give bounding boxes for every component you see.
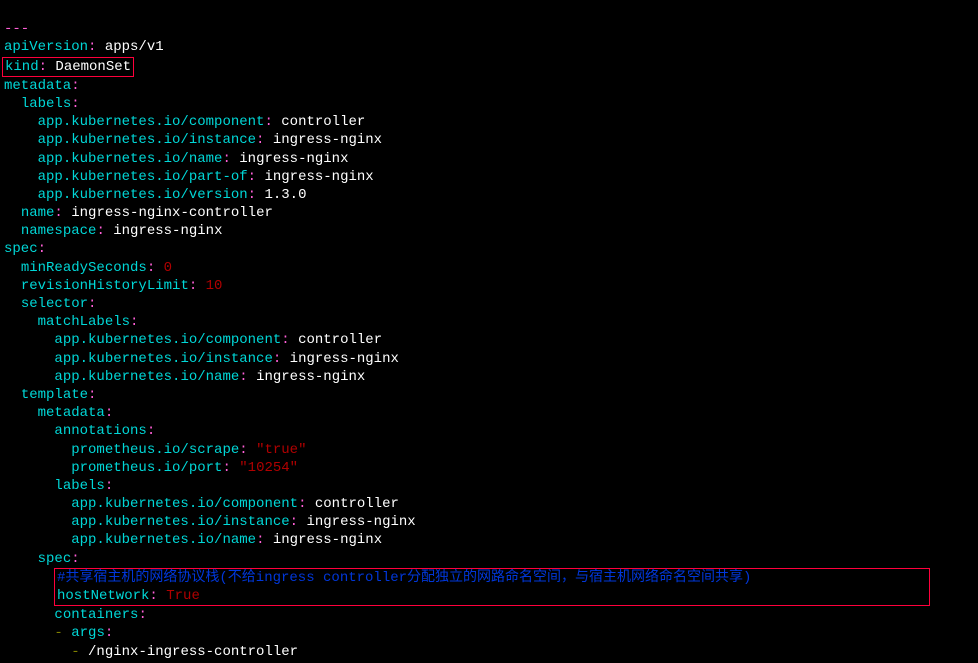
key-instance: app.kubernetes.io/instance: [38, 132, 256, 148]
key-sel-component: app.kubernetes.io/component: [54, 332, 281, 348]
key-tspec: spec: [38, 551, 72, 567]
val-arg0: /nginx-ingress-controller: [88, 644, 298, 660]
key-tmeta: metadata: [38, 405, 105, 421]
key-selector: selector: [21, 296, 88, 312]
val-instance: ingress-nginx: [273, 132, 382, 148]
key-sel-instance: app.kubernetes.io/instance: [54, 351, 272, 367]
doc-separator: ---: [4, 21, 29, 37]
key-containers: containers: [54, 607, 138, 623]
val-revhist: 10: [206, 278, 223, 294]
key-tl-instance: app.kubernetes.io/instance: [71, 514, 289, 530]
key-revhist: revisionHistoryLimit: [21, 278, 189, 294]
val-sel-instance: ingress-nginx: [290, 351, 399, 367]
key-tlabels: labels: [54, 478, 104, 494]
key-apiVersion: apiVersion: [4, 39, 88, 55]
dash-icon: -: [54, 625, 62, 641]
key-name: app.kubernetes.io/name: [38, 151, 223, 167]
val-sel-name: ingress-nginx: [256, 369, 365, 385]
key-scrape: prometheus.io/scrape: [71, 442, 239, 458]
val-apiVersion: apps/v1: [105, 39, 164, 55]
val-minready: 0: [164, 260, 172, 276]
key-component: app.kubernetes.io/component: [38, 114, 265, 130]
yaml-editor: --- apiVersion: apps/v1 kind: DaemonSet …: [0, 0, 978, 663]
val-tl-component: controller: [315, 496, 399, 512]
key-args: args: [71, 625, 105, 641]
val-hostnet: True: [166, 588, 200, 604]
key-tl-component: app.kubernetes.io/component: [71, 496, 298, 512]
val-scrape: "true": [256, 442, 306, 458]
key-kind: kind: [5, 59, 39, 75]
val-tl-instance: ingress-nginx: [306, 514, 415, 530]
key-hostnet: hostNetwork: [57, 588, 149, 604]
val-tl-name: ingress-nginx: [273, 532, 382, 548]
val-name: ingress-nginx: [239, 151, 348, 167]
key-metadata: metadata: [4, 78, 71, 94]
comment-line: #共享宿主机的网络协议栈(不给ingress controller分配独立的网路…: [57, 570, 751, 586]
key-template: template: [21, 387, 88, 403]
key-partof: app.kubernetes.io/part-of: [38, 169, 248, 185]
val-partof: ingress-nginx: [264, 169, 373, 185]
key-spec: spec: [4, 241, 38, 257]
val-sel-component: controller: [298, 332, 382, 348]
key-labels: labels: [21, 96, 71, 112]
highlight-hostnetwork: #共享宿主机的网络协议栈(不给ingress controller分配独立的网路…: [54, 568, 930, 606]
key-port: prometheus.io/port: [71, 460, 222, 476]
val-port: "10254": [239, 460, 298, 476]
key-namespace: namespace: [21, 223, 97, 239]
key-matchlabels: matchLabels: [38, 314, 130, 330]
key-version: app.kubernetes.io/version: [38, 187, 248, 203]
key-tl-name: app.kubernetes.io/name: [71, 532, 256, 548]
key-annot: annotations: [54, 423, 146, 439]
highlight-kind: kind: DaemonSet: [2, 57, 134, 77]
key-minready: minReadySeconds: [21, 260, 147, 276]
key-sel-name: app.kubernetes.io/name: [54, 369, 239, 385]
val-component: controller: [281, 114, 365, 130]
dash-icon: -: [71, 644, 79, 660]
val-namespace: ingress-nginx: [113, 223, 222, 239]
key-mname: name: [21, 205, 55, 221]
val-kind: DaemonSet: [55, 59, 131, 75]
val-mname: ingress-nginx-controller: [71, 205, 273, 221]
val-version: 1.3.0: [264, 187, 306, 203]
